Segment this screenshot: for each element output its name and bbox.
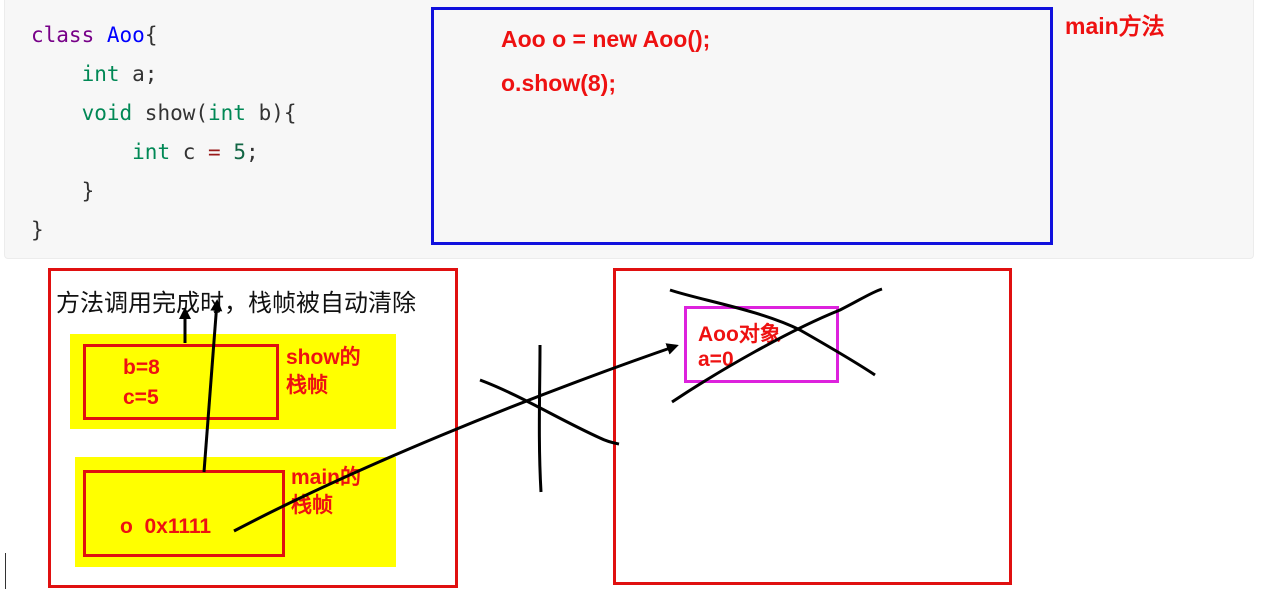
annotation-strokes [179,287,883,533]
object-cross-2 [671,287,883,404]
arrow-main-to-caption [202,299,223,473]
reference-arrow [233,343,679,533]
text-cursor [5,553,6,589]
object-cross-1 [669,288,876,377]
cross-mark-vertical [537,344,543,493]
